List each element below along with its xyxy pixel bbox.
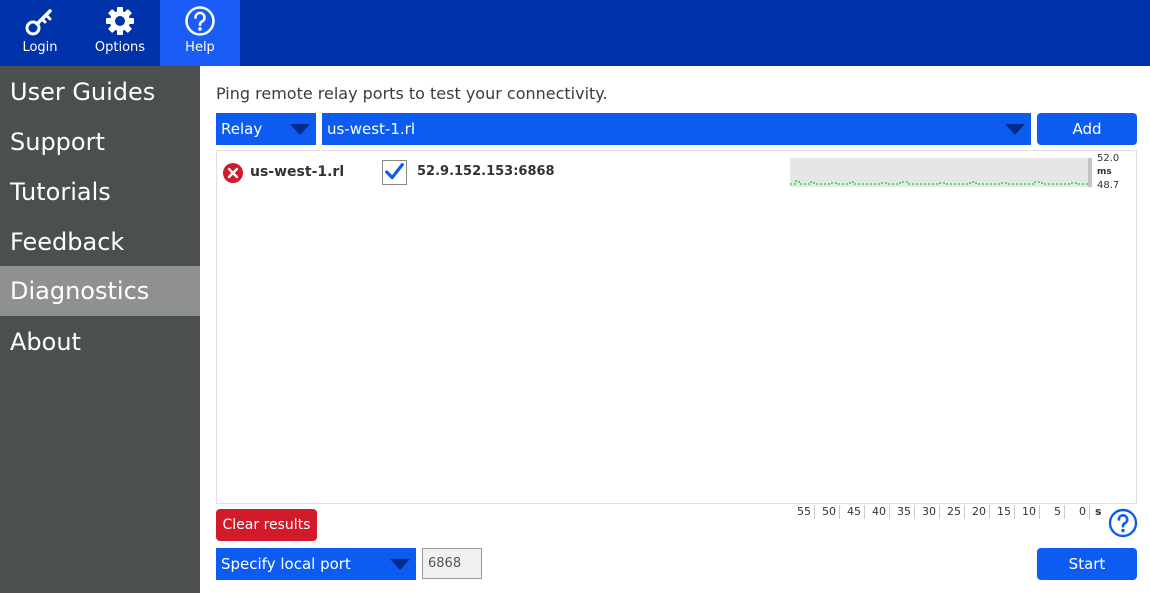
- latency-line: [790, 180, 1088, 185]
- options-button[interactable]: Options: [80, 0, 160, 66]
- intro-text: Ping remote relay ports to test your con…: [216, 84, 608, 103]
- add-button[interactable]: Add: [1037, 113, 1137, 145]
- result-checkbox[interactable]: [382, 160, 407, 185]
- type-select[interactable]: Relay: [216, 113, 316, 145]
- result-address: 52.9.152.153:6868: [417, 164, 555, 179]
- axis-tick: 35: [890, 505, 915, 519]
- axis-tick: 50: [815, 505, 840, 519]
- sidebar-item-feedback[interactable]: Feedback: [0, 217, 200, 267]
- clear-results-button[interactable]: Clear results: [216, 509, 317, 541]
- chevron-down-icon: [390, 559, 410, 570]
- sidebar-item-tutorials[interactable]: Tutorials: [0, 167, 200, 217]
- login-button[interactable]: Login: [0, 0, 80, 66]
- sidebar-item-support[interactable]: Support: [0, 117, 200, 167]
- axis-tick: 25: [940, 505, 965, 519]
- help-button[interactable]: Help: [160, 0, 240, 66]
- sidebar: User Guides Support Tutorials Feedback D…: [0, 66, 200, 593]
- checkmark-icon: [385, 163, 404, 180]
- help-icon: [185, 6, 215, 36]
- sidebar-item-user-guides[interactable]: User Guides: [0, 67, 200, 117]
- help-label: Help: [185, 40, 215, 55]
- type-select-value: Relay: [221, 120, 263, 138]
- axis-unit: s: [1095, 505, 1102, 518]
- error-icon: [223, 163, 243, 183]
- axis-tick: 30: [915, 505, 940, 519]
- latency-sparkline: [790, 158, 1092, 187]
- start-button[interactable]: Start: [1037, 548, 1137, 580]
- axis-tick: 45: [840, 505, 865, 519]
- latency-max: 52.0: [1097, 153, 1120, 164]
- axis-tick: 15: [990, 505, 1015, 519]
- result-host-name: us-west-1.rl: [250, 164, 345, 180]
- host-select-value: us-west-1.rl: [327, 120, 415, 138]
- axis-tick: 5: [1040, 505, 1065, 519]
- axis-tick: 0: [1065, 505, 1090, 519]
- axis-tick: 40: [865, 505, 890, 519]
- key-icon: [25, 9, 52, 36]
- axis-tick: 55: [790, 505, 815, 519]
- options-label: Options: [94, 40, 146, 55]
- axis-tick: 10: [1015, 505, 1040, 519]
- results-panel: us-west-1.rl 52.9.152.153:6868 52.0 ms 4…: [216, 150, 1137, 504]
- local-port-input[interactable]: [422, 548, 482, 579]
- port-mode-value: Specify local port: [221, 555, 351, 573]
- help-icon[interactable]: [1108, 508, 1138, 538]
- port-mode-select[interactable]: Specify local port: [216, 548, 416, 580]
- latency-min: 48.7: [1097, 180, 1120, 191]
- gear-icon: [106, 7, 134, 35]
- time-axis: 55 50 45 40 35 30 25 20 15 10 5 0 s: [790, 505, 1110, 519]
- chevron-down-icon: [290, 124, 310, 135]
- axis-tick: 20: [965, 505, 990, 519]
- result-row: us-west-1.rl 52.9.152.153:6868 52.0 ms 4…: [217, 151, 1136, 195]
- sidebar-item-about[interactable]: About: [0, 317, 200, 367]
- host-select[interactable]: us-west-1.rl: [322, 113, 1031, 145]
- chevron-down-icon: [1005, 124, 1025, 135]
- login-label: Login: [22, 40, 58, 55]
- latency-unit: ms: [1097, 167, 1112, 177]
- top-toolbar: Login Options Help: [0, 0, 1150, 66]
- sidebar-item-diagnostics[interactable]: Diagnostics: [0, 266, 200, 316]
